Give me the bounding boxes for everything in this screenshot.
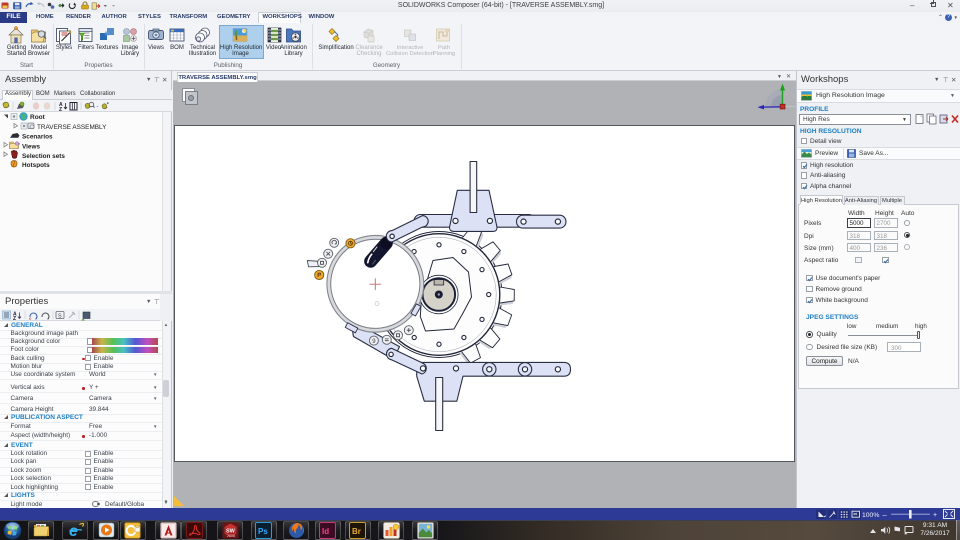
- svg-text:Selection sets: Selection sets: [22, 153, 65, 160]
- svg-text:Root: Root: [30, 114, 46, 121]
- svg-text:+: +: [933, 512, 937, 519]
- svg-text:Id: Id: [322, 527, 329, 536]
- svg-text:-: -: [97, 104, 99, 110]
- svg-text:Scenarios: Scenarios: [22, 134, 53, 141]
- svg-text:TRAVERSE ASSEMBLY: TRAVERSE ASSEMBLY: [37, 124, 107, 131]
- svg-text:100%: 100%: [862, 511, 879, 518]
- svg-text:Views: Views: [22, 143, 40, 150]
- svg-text:–: –: [883, 509, 888, 518]
- svg-text:e: e: [69, 523, 78, 539]
- svg-text:Ps: Ps: [258, 527, 268, 536]
- svg-text:Hotspots: Hotspots: [22, 162, 50, 168]
- svg-text:2016: 2016: [227, 533, 235, 537]
- svg-text:S: S: [58, 314, 62, 320]
- svg-text:Br: Br: [352, 527, 361, 536]
